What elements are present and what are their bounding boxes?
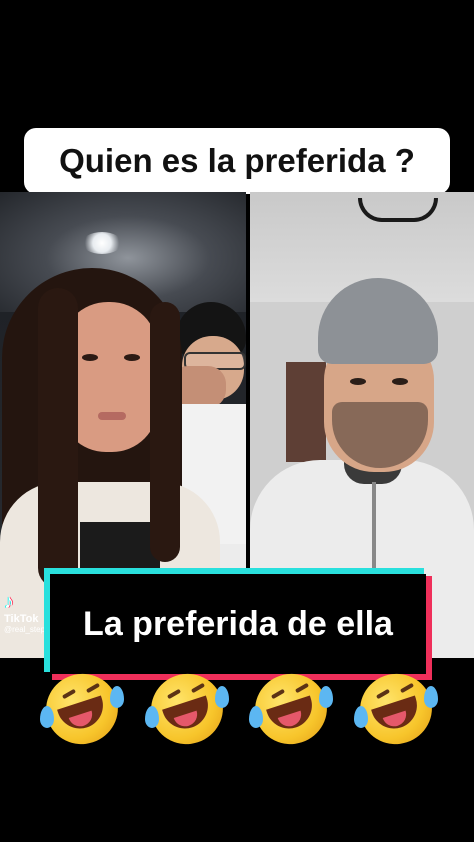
caption-text: La preferida de ella <box>50 574 426 674</box>
bottom-caption: La preferida de ella <box>44 568 432 680</box>
woman-hair-strand-right <box>150 302 180 562</box>
man-eye-right <box>392 378 408 385</box>
woman-eye-right <box>124 354 140 361</box>
video-stage[interactable]: Quien es la preferida ? ♪ TikTok @real_s… <box>0 0 474 842</box>
rolling-on-the-floor-laughing-icon <box>141 664 232 754</box>
ceiling-light <box>82 232 122 254</box>
top-caption: Quien es la preferida ? <box>24 128 450 194</box>
tiktok-note-icon: ♪ <box>4 591 14 613</box>
rolling-on-the-floor-laughing-icon <box>36 664 128 754</box>
ceiling-lamp <box>358 198 438 222</box>
door <box>286 362 326 462</box>
woman-lips <box>98 412 126 420</box>
woman-eye-left <box>82 354 98 361</box>
reaction-emoji-row <box>36 664 442 754</box>
rolling-on-the-floor-laughing-icon <box>246 664 337 754</box>
man-eye-left <box>350 378 366 385</box>
rolling-on-the-floor-laughing-icon <box>350 664 442 754</box>
woman-hair-strand-left <box>38 288 78 588</box>
